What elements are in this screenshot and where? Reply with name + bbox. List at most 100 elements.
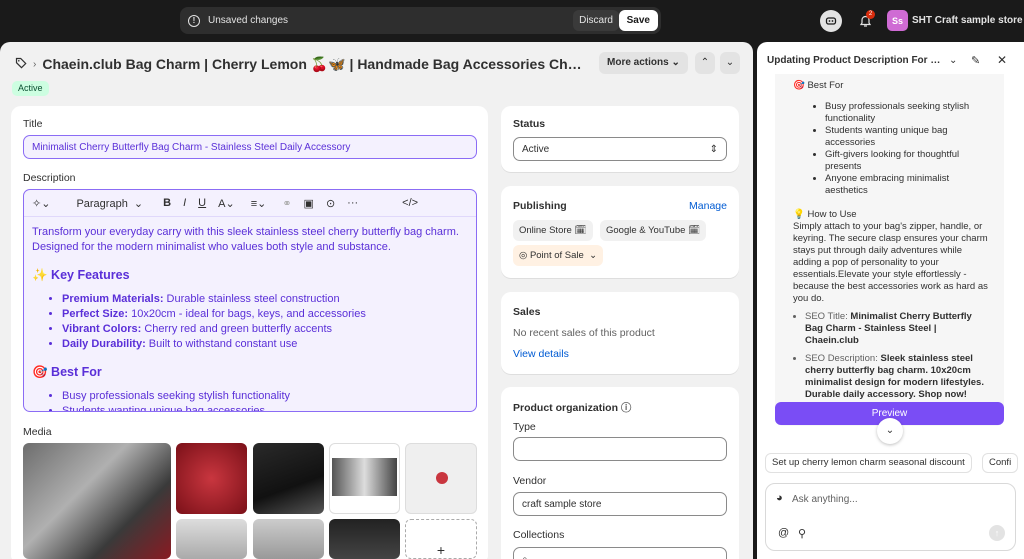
breadcrumb-chevron-icon: › [33,58,37,70]
bold-icon[interactable]: B [163,197,171,209]
paragraph-select[interactable]: Paragraph ⌄ [76,197,143,210]
more-actions-button[interactable]: More actions ⌄ [599,52,688,74]
save-button[interactable]: Save [618,10,658,31]
sidekick-icon[interactable] [820,10,842,32]
description-label: Description [23,172,76,184]
chevron-down-icon: ⌄ [671,57,680,68]
channel-label: Online Store [519,225,572,236]
store-avatar[interactable]: Ss [887,10,908,31]
title-input[interactable]: Minimalist Cherry Butterfly Bag Charm - … [23,135,477,159]
best-for-list: Busy professionals seeking stylish funct… [793,101,992,197]
seo-list: SEO Title: Minimalist Cherry Butterfly B… [793,311,992,401]
ask-input-box[interactable]: ◕ Ask anything... @ ⚲ ↑ [765,483,1016,551]
feature-bold: Daily Durability: [62,338,146,350]
info-icon[interactable]: ⓘ [621,402,632,414]
seo-title-label: SEO Title: [805,311,851,322]
add-media-button[interactable]: + [405,519,477,559]
media-thumbnail[interactable] [253,519,324,559]
manage-link[interactable]: Manage [689,200,727,212]
feature-text: Built to withstand constant use [145,338,298,350]
organization-label-text: Product organization [513,402,618,414]
publishing-card: Publishing Manage Online Store 🗓 Google … [501,186,739,278]
attach-icon[interactable]: ⚲ [798,527,806,540]
media-thumbnail[interactable] [176,519,247,559]
editor-content: Transform your everyday carry with this … [24,217,476,411]
list-item: Premium Materials: Durable stainless ste… [62,292,468,307]
paragraph-select-label: Paragraph [76,197,128,210]
italic-icon[interactable]: I [183,197,186,209]
code-icon[interactable]: </> [402,197,418,209]
response-card: 🎯 Best For Busy professionals seeking st… [775,74,1004,426]
store-name[interactable]: SHT Craft sample store [912,15,1023,26]
vendor-label: Vendor [513,475,547,487]
organization-label: Product organization ⓘ [513,400,631,415]
tag-icon[interactable] [15,57,27,72]
previous-product-button[interactable]: ⌃ [695,52,715,74]
feature-text: Cherry red and green butterfly accents [141,323,333,335]
align-icon[interactable]: ≡⌄ [251,197,267,210]
collections-input[interactable]: ⌕ [513,547,727,559]
page-header: › Chaein.club Bag Charm | Cherry Lemon 🍒… [15,52,740,74]
seo-desc-label: SEO Description: [805,353,881,364]
view-details-link[interactable]: View details [513,348,569,360]
status-value: Active [522,143,550,155]
type-input[interactable] [513,437,727,461]
close-icon[interactable]: ✕ [997,53,1007,67]
list-item: SEO Description: Sleek stainless steel c… [805,353,992,401]
add-media-symbol: + [436,542,446,558]
link-icon[interactable]: ⚭ [282,197,291,210]
publishing-label: Publishing [513,200,567,212]
scroll-down-button[interactable]: ⌄ [877,418,903,444]
magic-icon[interactable]: ✧⌄ [32,197,50,210]
list-item: Gift-givers looking for thoughtful prese… [825,149,992,173]
media-thumbnail[interactable] [405,443,477,514]
description-intro: Transform your everyday carry with this … [32,226,459,253]
list-item: Busy professionals seeking stylish funct… [62,389,468,404]
best-for-heading: 🎯 Best For [32,365,102,379]
channel-point-of-sale[interactable]: ◎ Point of Sale ⌄ [513,245,604,266]
new-chat-icon[interactable]: ✎ [971,54,980,67]
media-thumbnail[interactable] [329,519,400,559]
media-thumbnail-main[interactable] [23,443,171,559]
collections-label: Collections [513,529,565,541]
media-thumbnail[interactable] [329,443,400,514]
top-bar: ! Unsaved changes Discard Save 2 Ss SHT … [0,0,1024,42]
product-page: › Chaein.club Bag Charm | Cherry Lemon 🍒… [0,42,753,559]
sidekick-avatar-icon: ◕ [776,492,783,504]
more-icon[interactable]: ··· [347,197,358,209]
how-to-text: Simply attach to your bag's zipper, hand… [793,221,988,304]
search-icon: ⌕ [522,553,528,559]
channel-label: Point of Sale [529,250,584,261]
title-value: Minimalist Cherry Butterfly Bag Charm - … [32,141,351,153]
send-icon[interactable]: ↑ [989,525,1005,541]
list-item: Students wanting unique bag accessories [825,125,992,149]
feature-bold: Vibrant Colors: [62,323,142,335]
next-product-button[interactable]: ⌄ [720,52,740,74]
description-editor[interactable]: ✧⌄ Paragraph ⌄ B I U A⌄ ≡⌄ ⚭ ▣ ⊙ ··· </>… [23,189,477,412]
product-organization-card: Product organization ⓘ Type Vendor craft… [501,387,739,559]
how-to-heading: 💡 How to Use [793,209,857,220]
image-icon[interactable]: ▣ [304,197,314,210]
feature-bold: Premium Materials: [62,293,164,305]
discard-button[interactable]: Discard [573,10,619,31]
list-item: SEO Title: Minimalist Cherry Butterfly B… [805,311,992,347]
ask-placeholder: Ask anything... [792,494,858,505]
at-mention-icon[interactable]: @ [778,527,789,539]
more-actions-label: More actions [607,57,669,68]
feature-text: Durable stainless steel construction [163,293,340,305]
sidekick-panel: Updating Product Description For B... ⌄ … [757,42,1024,559]
status-select[interactable]: Active ⇕ [513,137,727,161]
list-item: Students wanting unique bag accessories [62,404,468,411]
vendor-input[interactable]: craft sample store [513,492,727,516]
panel-title: Updating Product Description For B... [767,55,942,66]
media-thumbnail[interactable] [176,443,247,514]
editor-toolbar: ✧⌄ Paragraph ⌄ B I U A⌄ ≡⌄ ⚭ ▣ ⊙ ··· </> [24,190,476,217]
title-label: Title [23,118,43,130]
suggestion-chip[interactable]: Confi [982,453,1019,473]
chevron-down-icon[interactable]: ⌄ [949,55,957,66]
text-color-icon[interactable]: A⌄ [218,197,235,210]
video-icon[interactable]: ⊙ [326,197,335,210]
underline-icon[interactable]: U [198,197,206,209]
suggestion-chip[interactable]: Set up cherry lemon charm seasonal disco… [765,453,972,473]
media-thumbnail[interactable] [253,443,324,514]
